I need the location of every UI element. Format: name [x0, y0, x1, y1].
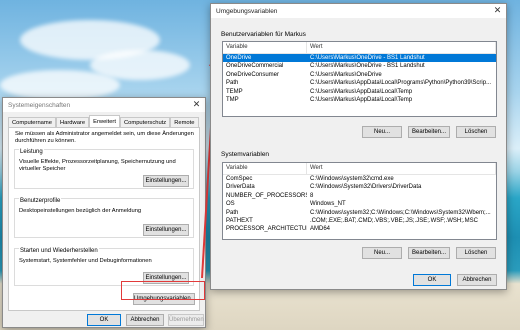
variable-name: DriverData — [226, 184, 255, 191]
variable-value: 8 — [310, 192, 314, 199]
column-header-variable[interactable]: Variable — [223, 163, 307, 174]
variable-row[interactable]: OneDriveConsumer C:\Users\Markus\OneDrive — [223, 71, 496, 79]
profiles-settings-button[interactable]: Einstellungen... — [143, 224, 189, 236]
variable-value: .COM;.EXE;.BAT;.CMD;.VBS;.VBE;.JS;.JSE;.… — [310, 217, 478, 224]
system-properties-titlebar: Systemeigenschaften — [3, 98, 205, 112]
variable-name: TMP — [226, 96, 239, 103]
ok-button[interactable]: OK — [413, 274, 451, 286]
column-header-variable[interactable]: Variable — [223, 42, 307, 53]
user-variables-label: Benutzervariablen für Markus — [221, 31, 306, 38]
performance-settings-button[interactable]: Einstellungen... — [143, 175, 189, 187]
group-description: Visuelle Effekte, Prozessorzeitplanung, … — [19, 159, 176, 172]
admin-note: Sie müssen als Administrator angemeldet … — [15, 131, 194, 144]
variable-name: TEMP — [226, 88, 243, 95]
close-icon[interactable]: ✕ — [492, 5, 503, 16]
variable-name: OneDriveConsumer — [226, 71, 280, 78]
cancel-button[interactable]: Abbrechen — [457, 274, 497, 286]
user-vars-header: Variable Wert — [223, 42, 496, 54]
variable-row[interactable]: Path C:\Windows\system32;C:\Windows;C:\Wi… — [223, 209, 496, 217]
variable-value: C:\Users\Markus\OneDrive — [310, 71, 382, 78]
variable-row[interactable]: Path C:\Users\Markus\AppData\Local\Progra… — [223, 79, 496, 87]
variable-value: C:\Users\Markus\AppData\Local\Programs\P… — [310, 80, 492, 87]
ok-button[interactable]: OK — [87, 314, 121, 326]
system-edit-button[interactable]: Bearbeiten... — [408, 247, 450, 259]
variable-name: ComSpec — [226, 176, 253, 182]
variable-row[interactable]: OneDrive C:\Users\Markus\OneDrive - BS1 L… — [223, 54, 496, 63]
group-title: Starten und Wiederherstellen — [19, 248, 99, 254]
variable-name: Path — [226, 80, 239, 87]
group-description: Desktopeinstellungen bezüglich der Anmel… — [19, 208, 142, 214]
group-title: Benutzerprofile — [19, 198, 62, 204]
variable-row[interactable]: DriverData C:\Windows\System32\Drivers\Dr… — [223, 183, 496, 191]
variable-value: C:\Users\Markus\AppData\Local\Temp — [310, 96, 413, 103]
performance-group: Leistung Visuelle Effekte, Prozessorzeit… — [14, 149, 194, 189]
variable-value: AMD64 — [310, 226, 331, 233]
environment-variables-window: Umgebungsvariablen ✕ Benutzervariablen f… — [210, 3, 507, 290]
variable-row[interactable]: ComSpec C:\Windows\system32\cmd.exe — [223, 175, 496, 183]
variable-value: C:\Windows\system32\cmd.exe — [310, 176, 394, 182]
user-profiles-group: Benutzerprofile Desktopeinstellungen bez… — [14, 198, 194, 238]
system-delete-button[interactable]: Löschen — [456, 247, 496, 259]
system-variables-label: Systemvariablen — [221, 151, 270, 158]
variable-row[interactable]: TEMP C:\Users\Markus\AppData\Local\Temp — [223, 88, 496, 96]
user-variables-list: Variable Wert OneDrive C:\Users\Markus\On… — [222, 41, 497, 117]
variable-row[interactable]: TMP C:\Users\Markus\AppData\Local\Temp — [223, 96, 496, 104]
variable-row[interactable]: PATHEXT .COM;.EXE;.BAT;.CMD;.VBS;.VBE;.JS… — [223, 217, 496, 225]
user-vars-rows: OneDrive C:\Users\Markus\OneDrive - BS1 L… — [223, 54, 496, 104]
column-header-value[interactable]: Wert — [307, 163, 496, 174]
column-header-value[interactable]: Wert — [307, 42, 496, 53]
variable-value: C:\Windows\system32;C:\Windows;C:\Window… — [310, 209, 491, 216]
group-title: Leistung — [19, 149, 44, 155]
user-edit-button[interactable]: Bearbeiten... — [408, 126, 450, 138]
variable-name: OneDrive — [226, 55, 252, 61]
background-cloud — [0, 70, 120, 100]
variable-value: C:\Users\Markus\OneDrive - BS1 Landshut — [310, 63, 425, 70]
variable-name: PROCESSOR_ARCHITECTURE — [226, 226, 307, 233]
system-variables-list: Variable Wert ComSpec C:\Windows\system32… — [222, 162, 497, 240]
variable-value: Windows_NT — [310, 201, 346, 208]
variable-name: Path — [226, 209, 239, 216]
variable-row[interactable]: PROCESSOR_ARCHITECTURE AMD64 — [223, 225, 496, 233]
group-description: Systemstart, Systemfehler und Debuginfor… — [19, 258, 152, 264]
variable-name: OneDriveCommercial — [226, 63, 284, 70]
variable-row[interactable]: OneDriveCommercial C:\Users\Markus\OneDri… — [223, 62, 496, 70]
variable-name: NUMBER_OF_PROCESSORS — [226, 192, 307, 199]
window-title: Systemeigenschaften — [8, 101, 71, 109]
window-title: Umgebungsvariablen — [216, 7, 278, 15]
system-vars-header: Variable Wert — [223, 163, 496, 175]
variable-value: C:\Users\Markus\OneDrive - BS1 Landshut — [310, 55, 425, 61]
apply-button[interactable]: Übernehmen — [168, 314, 204, 326]
system-properties-window: Systemeigenschaften ✕ Computername Hardw… — [2, 97, 206, 328]
variable-row[interactable]: OS Windows_NT — [223, 200, 496, 208]
system-new-button[interactable]: Neu... — [362, 247, 402, 259]
env-titlebar: Umgebungsvariablen — [211, 4, 506, 18]
highlight-frame — [121, 281, 205, 300]
variable-name: PATHEXT — [226, 217, 253, 224]
cancel-button[interactable]: Abbrechen — [126, 314, 164, 326]
user-delete-button[interactable]: Löschen — [456, 126, 496, 138]
variable-name: OS — [226, 201, 235, 208]
variable-row[interactable]: NUMBER_OF_PROCESSORS 8 — [223, 192, 496, 200]
variable-value: C:\Users\Markus\AppData\Local\Temp — [310, 88, 413, 95]
user-new-button[interactable]: Neu... — [362, 126, 402, 138]
system-vars-rows: ComSpec C:\Windows\system32\cmd.exe Driver… — [223, 175, 496, 234]
variable-value: C:\Windows\System32\Drivers\DriverData — [310, 184, 422, 191]
